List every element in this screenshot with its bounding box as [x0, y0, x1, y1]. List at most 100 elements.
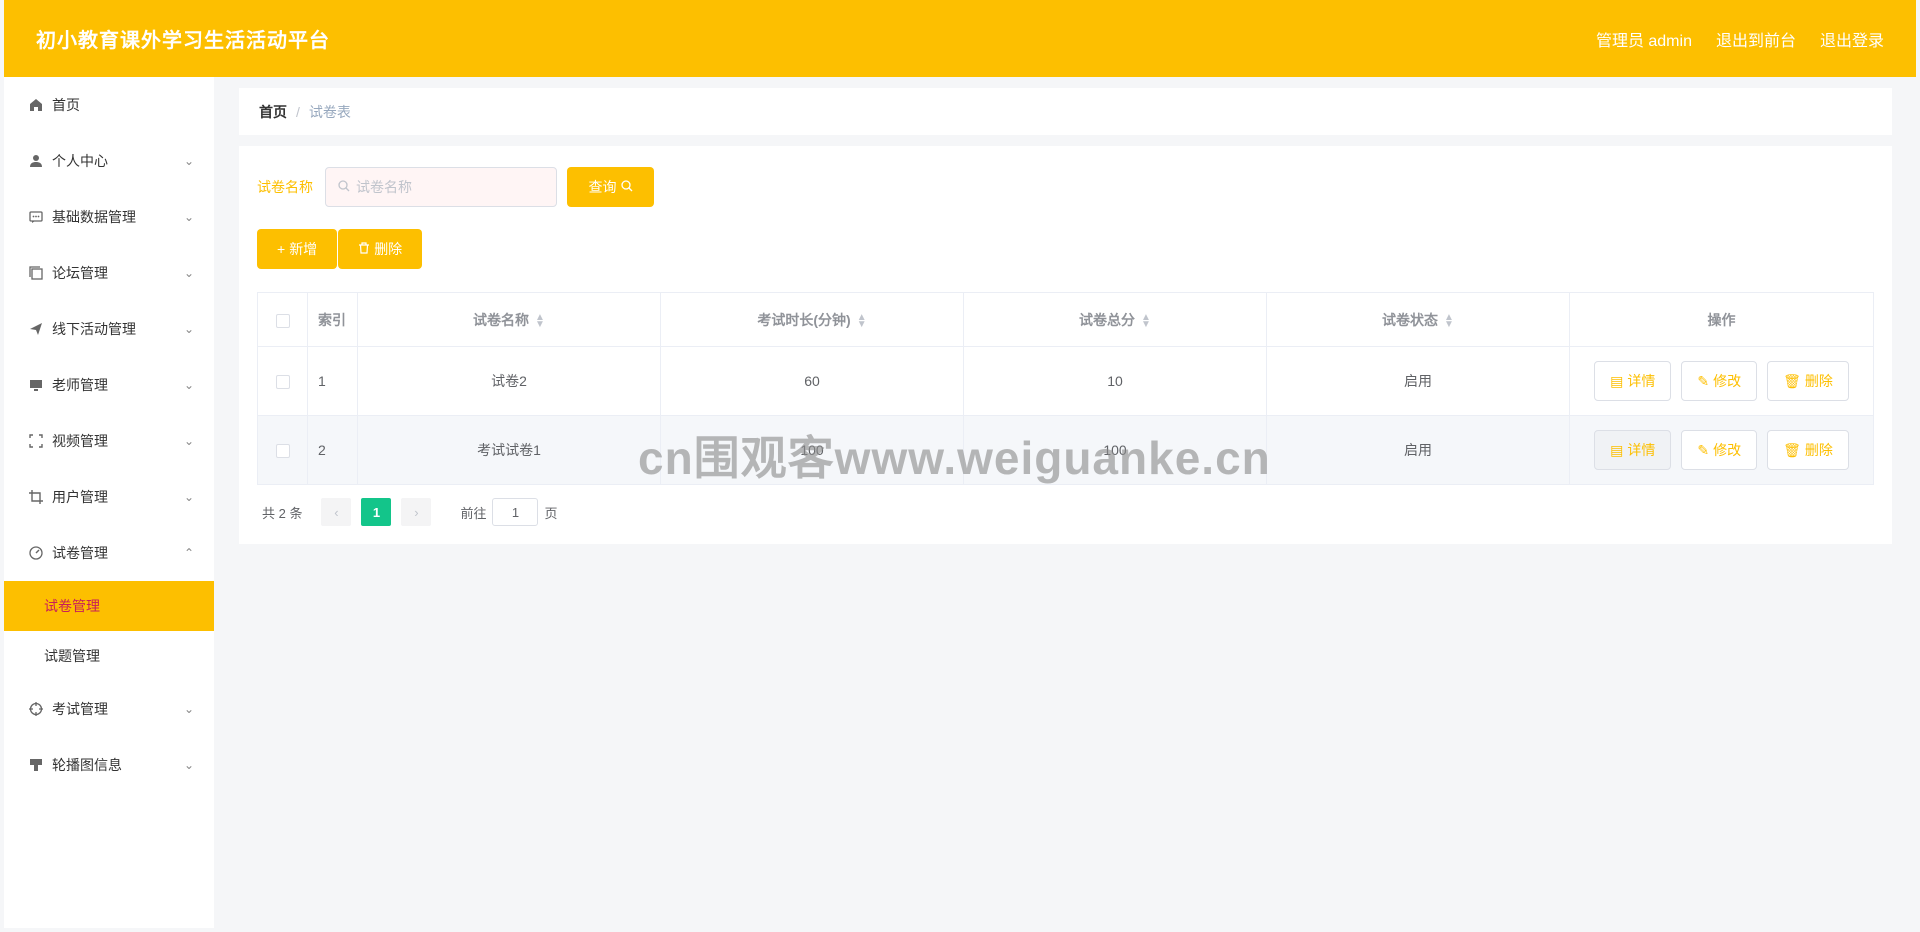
prev-page-button[interactable]: ‹	[321, 498, 352, 526]
cell-name: 试卷2	[357, 346, 661, 416]
edit-button-label: 修改	[1713, 442, 1742, 458]
row-select-cell	[257, 346, 308, 416]
sidebar-item-label: 个人中心	[52, 153, 108, 169]
chevron-down-icon: ⌄	[183, 490, 194, 504]
query-button[interactable]: 查询	[567, 167, 654, 207]
action-toolbar: + 新增 删除	[257, 229, 423, 269]
sidebar-item-exam[interactable]: 考试管理 ⌄	[4, 681, 214, 737]
column-header-label: 试卷状态	[1382, 311, 1439, 328]
sidebar-item-label: 试卷管理	[52, 545, 108, 561]
sort-icon[interactable]: ▲ ▼	[1444, 312, 1454, 329]
cell-name: 考试试卷1	[357, 415, 661, 485]
trash-icon: 🗑	[1783, 372, 1801, 389]
goto-page-input[interactable]	[492, 498, 539, 526]
submenu-item-label: 试题管理	[44, 648, 100, 664]
column-header-duration[interactable]: 考试时长(分钟) ▲ ▼	[660, 292, 964, 347]
chat-icon	[28, 209, 44, 225]
copy-icon	[28, 265, 44, 281]
chevron-down-icon: ⌄	[183, 266, 194, 280]
sidebar-item-exam-paper[interactable]: 试卷管理 ⌃	[4, 525, 214, 581]
cell-operations: ▤ 详情 ✎ 修改 🗑 删除	[1569, 415, 1874, 485]
sort-icon[interactable]: ▲ ▼	[535, 312, 545, 329]
search-label: 试卷名称	[257, 179, 313, 195]
chevron-down-icon: ⌄	[183, 378, 194, 392]
detail-button-label: 详情	[1627, 373, 1656, 389]
document-icon: ▤	[1610, 372, 1624, 389]
edit-button[interactable]: ✎ 修改	[1681, 430, 1758, 470]
breadcrumb-home[interactable]: 首页	[259, 102, 287, 122]
detail-button-label: 详情	[1627, 442, 1656, 458]
sidebar-item-teacher[interactable]: 老师管理 ⌄	[4, 357, 214, 413]
cell-duration: 100	[660, 415, 964, 485]
chevron-down-icon: ⌄	[183, 758, 194, 772]
breadcrumb-separator: /	[296, 103, 300, 120]
row-checkbox[interactable]	[275, 375, 290, 390]
logout-link[interactable]: 退出登录	[1820, 27, 1884, 51]
search-icon	[620, 179, 633, 195]
chevron-down-icon: ⌄	[183, 154, 194, 168]
search-field[interactable]	[325, 167, 557, 207]
next-page-button[interactable]: ›	[401, 498, 432, 526]
sidebar-item-label: 视频管理	[52, 433, 108, 449]
pagination: 共 2 条 ‹ 1 › 前往 页	[262, 498, 558, 526]
sidebar-item-label: 论坛管理	[52, 265, 108, 281]
select-all-cell	[257, 292, 308, 347]
delete-button[interactable]: 🗑 删除	[1767, 430, 1849, 470]
send-icon	[28, 321, 44, 337]
brush-icon	[28, 757, 44, 773]
sidebar-item-label: 线下活动管理	[52, 321, 136, 337]
detail-button[interactable]: ▤ 详情	[1594, 430, 1672, 470]
column-header-name[interactable]: 试卷名称 ▲ ▼	[357, 292, 661, 347]
home-icon	[28, 97, 44, 113]
sort-icon[interactable]: ▲ ▼	[857, 312, 867, 329]
submenu-item-exam-paper[interactable]: 试卷管理	[4, 581, 214, 631]
sidebar-item-personal-center[interactable]: 个人中心 ⌄	[4, 133, 214, 189]
detail-button[interactable]: ▤ 详情	[1594, 361, 1672, 401]
chevron-up-icon: ⌃	[183, 546, 194, 560]
fullscreen-icon	[28, 433, 44, 449]
sidebar-item-label: 用户管理	[52, 489, 108, 505]
chevron-down-icon: ⌄	[183, 210, 194, 224]
search-input[interactable]	[356, 179, 546, 195]
edit-button-label: 修改	[1713, 373, 1742, 389]
add-button[interactable]: + 新增	[257, 229, 338, 269]
sidebar-item-forum[interactable]: 论坛管理 ⌄	[4, 245, 214, 301]
aim-icon	[28, 701, 44, 717]
row-checkbox[interactable]	[275, 444, 290, 459]
cell-score: 10	[963, 346, 1267, 416]
delete-button-label: 删除	[374, 241, 403, 257]
sidebar-item-home[interactable]: 首页	[4, 77, 214, 133]
page-number-button[interactable]: 1	[361, 498, 392, 526]
pagination-total: 共 2 条	[262, 505, 303, 521]
sidebar-item-offline-activity[interactable]: 线下活动管理 ⌄	[4, 301, 214, 357]
sidebar-item-user[interactable]: 用户管理 ⌄	[4, 469, 214, 525]
chevron-right-icon: ›	[414, 504, 419, 520]
document-icon: ▤	[1610, 441, 1624, 458]
submenu-item-questions[interactable]: 试题管理	[4, 631, 214, 681]
delete-button[interactable]: 🗑 删除	[1767, 361, 1849, 401]
admin-user-label[interactable]: 管理员 admin	[1596, 27, 1692, 51]
sidebar-item-video[interactable]: 视频管理 ⌄	[4, 413, 214, 469]
app-title: 初小教育课外学习生活活动平台	[36, 30, 330, 52]
sort-icon[interactable]: ▲ ▼	[1141, 312, 1151, 329]
chevron-down-icon: ⌄	[183, 702, 194, 716]
batch-delete-button[interactable]: 删除	[338, 229, 423, 269]
row-select-cell	[257, 415, 308, 485]
column-header-label: 考试时长(分钟)	[757, 311, 851, 328]
sidebar-item-basic-data[interactable]: 基础数据管理 ⌄	[4, 189, 214, 245]
plus-icon: +	[277, 241, 286, 257]
sidebar-item-carousel[interactable]: 轮播图信息 ⌄	[4, 737, 214, 793]
breadcrumb: 首页 / 试卷表	[239, 88, 1892, 135]
submenu-item-label: 试卷管理	[44, 598, 100, 614]
sidebar: 首页 个人中心 ⌄ 基础数据管理 ⌄ 论坛管理 ⌄ 线下活动管理 ⌄ 老师管理 …	[4, 77, 214, 928]
chevron-down-icon: ⌄	[183, 434, 194, 448]
column-header-operations: 操作	[1569, 292, 1874, 347]
column-header-score[interactable]: 试卷总分 ▲ ▼	[963, 292, 1267, 347]
goto-prefix: 前往	[460, 505, 487, 521]
monitor-icon	[28, 377, 44, 393]
column-header-status[interactable]: 试卷状态 ▲ ▼	[1266, 292, 1570, 347]
column-header-label: 试卷名称	[473, 311, 530, 328]
select-all-checkbox[interactable]	[275, 313, 290, 328]
exit-to-front-link[interactable]: 退出到前台	[1716, 27, 1796, 51]
edit-button[interactable]: ✎ 修改	[1681, 361, 1758, 401]
